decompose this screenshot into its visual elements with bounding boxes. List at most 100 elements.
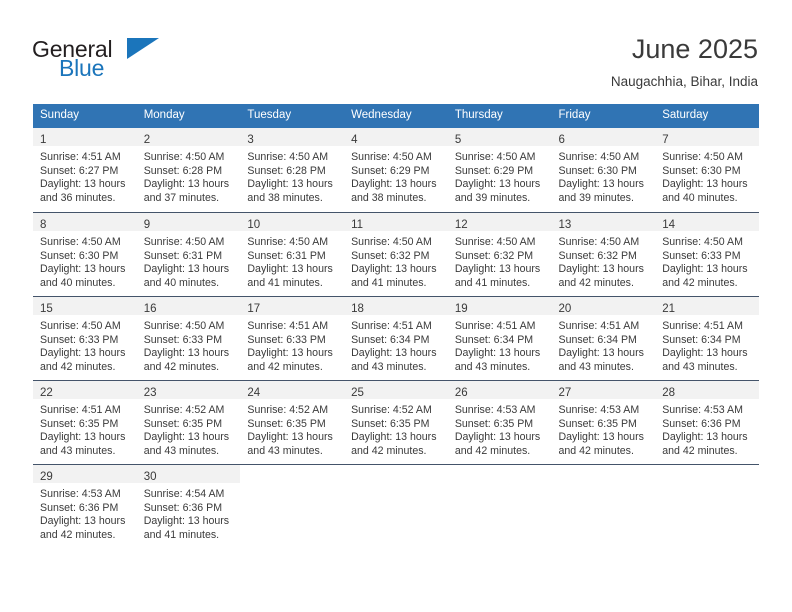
sunset-text: Sunset: 6:36 PM [662, 417, 741, 430]
calendar-day-cell: 30 Sunrise: 4:54 AM Sunset: 6:36 PM Dayligh… [136, 464, 241, 548]
day-cell[interactable]: 8 Sunrise: 4:50 AM Sunset: 6:30 PM Daylight… [33, 212, 137, 296]
sunset-text: Sunset: 6:35 PM [247, 417, 326, 430]
daylight-text-line2: and 42 minutes. [40, 528, 116, 541]
day-number: 2 [143, 134, 151, 146]
calendar-day-cell: 2 Sunrise: 4:50 AM Sunset: 6:28 PM Daylight… [136, 128, 241, 212]
day-details: Sunrise: 4:53 AM Sunset: 6:36 PM Daylight:… [655, 399, 759, 459]
calendar-day-cell: 5 Sunrise: 4:50 AM Sunset: 6:29 PM Daylight… [447, 128, 552, 212]
day-details [655, 483, 759, 488]
day-details: Sunrise: 4:50 AM Sunset: 6:30 PM Daylight:… [33, 231, 137, 291]
day-cell[interactable]: 25 Sunrise: 4:52 AM Sunset: 6:35 PM Dayligh… [344, 380, 448, 464]
sunrise-text: Sunrise: 4:51 AM [40, 404, 121, 416]
day-number-band: 18 [344, 297, 448, 315]
daylight-text-line1: Daylight: 13 hours [143, 431, 230, 444]
calendar-day-cell [655, 464, 759, 548]
day-cell[interactable]: 23 Sunrise: 4:52 AM Sunset: 6:35 PM Dayligh… [136, 380, 241, 464]
day-cell[interactable]: 22 Sunrise: 4:51 AM Sunset: 6:35 PM Dayligh… [33, 380, 137, 464]
day-number-band: 11 [344, 213, 448, 231]
day-cell-empty [655, 464, 759, 548]
day-number: 5 [454, 134, 462, 146]
day-number: 30 [143, 471, 157, 483]
sunrise-text: Sunrise: 4:53 AM [454, 404, 536, 416]
day-cell[interactable]: 13 Sunrise: 4:50 AM Sunset: 6:32 PM Dayligh… [551, 212, 656, 296]
day-cell-empty [447, 464, 552, 548]
day-number-band: 1 [33, 128, 137, 146]
sunset-text: Sunset: 6:32 PM [351, 249, 430, 262]
day-details: Sunrise: 4:51 AM Sunset: 6:34 PM Daylight:… [655, 315, 759, 375]
sunset-text: Sunset: 6:33 PM [662, 249, 741, 262]
day-cell[interactable]: 7 Sunrise: 4:50 AM Sunset: 6:30 PM Daylight… [655, 128, 759, 212]
day-details: Sunrise: 4:52 AM Sunset: 6:35 PM Daylight:… [344, 399, 448, 459]
day-number-band: 13 [551, 213, 656, 231]
day-cell[interactable]: 1 Sunrise: 4:51 AM Sunset: 6:27 PM Daylight… [33, 128, 137, 212]
day-number-band: 7 [655, 128, 759, 146]
day-cell[interactable]: 29 Sunrise: 4:53 AM Sunset: 6:36 PM Dayligh… [33, 464, 137, 548]
day-number-band: 30 [136, 465, 241, 483]
day-cell[interactable]: 26 Sunrise: 4:53 AM Sunset: 6:35 PM Dayligh… [447, 380, 552, 464]
day-number-band: 28 [655, 381, 759, 399]
day-cell[interactable]: 2 Sunrise: 4:50 AM Sunset: 6:28 PM Daylight… [136, 128, 241, 212]
daylight-text-line1: Daylight: 13 hours [351, 347, 437, 360]
calendar-day-cell [447, 464, 552, 548]
day-cell[interactable]: 24 Sunrise: 4:52 AM Sunset: 6:35 PM Dayligh… [240, 380, 345, 464]
day-cell[interactable]: 6 Sunrise: 4:50 AM Sunset: 6:30 PM Daylight… [551, 128, 656, 212]
sunset-text: Sunset: 6:35 PM [454, 417, 534, 430]
day-cell[interactable]: 19 Sunrise: 4:51 AM Sunset: 6:34 PM Dayligh… [447, 296, 552, 380]
sunset-text: Sunset: 6:34 PM [558, 333, 637, 346]
day-cell[interactable]: 5 Sunrise: 4:50 AM Sunset: 6:29 PM Daylight… [447, 128, 552, 212]
day-cell[interactable]: 15 Sunrise: 4:50 AM Sunset: 6:33 PM Dayligh… [33, 296, 137, 380]
day-cell[interactable]: 4 Sunrise: 4:50 AM Sunset: 6:29 PM Daylight… [344, 128, 448, 212]
daylight-text-line2: and 37 minutes. [143, 191, 220, 204]
daylight-text-line1: Daylight: 13 hours [247, 263, 333, 276]
day-cell-empty [344, 464, 448, 548]
daylight-text-line1: Daylight: 13 hours [143, 178, 230, 191]
day-cell[interactable]: 11 Sunrise: 4:50 AM Sunset: 6:32 PM Dayligh… [344, 212, 448, 296]
calendar-day-cell [344, 464, 448, 548]
day-cell[interactable]: 20 Sunrise: 4:51 AM Sunset: 6:34 PM Dayligh… [551, 296, 656, 380]
sunset-text: Sunset: 6:35 PM [351, 417, 430, 430]
day-cell[interactable]: 17 Sunrise: 4:51 AM Sunset: 6:33 PM Dayligh… [240, 296, 345, 380]
general-blue-logo[interactable]: General Blue [32, 36, 232, 82]
sunrise-text: Sunrise: 4:50 AM [247, 236, 329, 248]
calendar-day-cell: 14 Sunrise: 4:50 AM Sunset: 6:33 PM Dayligh… [655, 212, 759, 296]
day-cell[interactable]: 3 Sunrise: 4:50 AM Sunset: 6:28 PM Daylight… [240, 128, 345, 212]
day-cell[interactable]: 12 Sunrise: 4:50 AM Sunset: 6:32 PM Dayligh… [447, 212, 552, 296]
sunrise-text: Sunrise: 4:50 AM [351, 236, 432, 248]
day-details: Sunrise: 4:50 AM Sunset: 6:29 PM Daylight:… [447, 146, 552, 206]
sunset-text: Sunset: 6:35 PM [143, 417, 223, 430]
day-cell[interactable]: 27 Sunrise: 4:53 AM Sunset: 6:35 PM Dayligh… [551, 380, 656, 464]
day-number-band: 25 [344, 381, 448, 399]
sunset-text: Sunset: 6:30 PM [40, 249, 119, 262]
sunset-text: Sunset: 6:33 PM [143, 333, 223, 346]
day-details: Sunrise: 4:51 AM Sunset: 6:34 PM Daylight:… [551, 315, 656, 375]
day-details: Sunrise: 4:50 AM Sunset: 6:32 PM Daylight:… [344, 231, 448, 291]
sunset-text: Sunset: 6:36 PM [143, 501, 223, 514]
calendar-body: 1 Sunrise: 4:51 AM Sunset: 6:27 PM Daylight… [33, 128, 759, 548]
day-details [551, 483, 656, 488]
day-details: Sunrise: 4:51 AM Sunset: 6:27 PM Daylight:… [33, 146, 137, 206]
day-cell[interactable]: 18 Sunrise: 4:51 AM Sunset: 6:34 PM Dayligh… [344, 296, 448, 380]
day-number: 11 [351, 219, 364, 231]
day-cell[interactable]: 30 Sunrise: 4:54 AM Sunset: 6:36 PM Dayligh… [136, 464, 241, 548]
day-cell[interactable]: 21 Sunrise: 4:51 AM Sunset: 6:34 PM Dayligh… [655, 296, 759, 380]
day-details: Sunrise: 4:53 AM Sunset: 6:35 PM Daylight:… [551, 399, 656, 459]
day-details [240, 483, 345, 488]
daylight-text-line2: and 42 minutes. [662, 276, 738, 289]
day-details: Sunrise: 4:50 AM Sunset: 6:33 PM Daylight:… [136, 315, 241, 375]
day-number: 29 [40, 471, 53, 483]
day-details: Sunrise: 4:50 AM Sunset: 6:30 PM Daylight:… [655, 146, 759, 206]
daylight-text-line2: and 42 minutes. [662, 444, 738, 457]
logo-text-blue: Blue [59, 55, 105, 81]
day-cell[interactable]: 14 Sunrise: 4:50 AM Sunset: 6:33 PM Dayligh… [655, 212, 759, 296]
day-cell[interactable]: 16 Sunrise: 4:50 AM Sunset: 6:33 PM Dayligh… [136, 296, 241, 380]
sunrise-text: Sunrise: 4:50 AM [40, 320, 121, 332]
day-cell[interactable]: 10 Sunrise: 4:50 AM Sunset: 6:31 PM Dayligh… [240, 212, 345, 296]
day-number-band: 15 [33, 297, 137, 315]
daylight-text-line2: and 39 minutes. [558, 191, 634, 204]
day-cell[interactable]: 9 Sunrise: 4:50 AM Sunset: 6:31 PM Daylight… [136, 212, 241, 296]
day-details: Sunrise: 4:52 AM Sunset: 6:35 PM Daylight:… [240, 399, 345, 459]
daylight-text-line1: Daylight: 13 hours [454, 347, 541, 360]
day-number: 24 [247, 387, 261, 399]
day-cell[interactable]: 28 Sunrise: 4:53 AM Sunset: 6:36 PM Dayligh… [655, 380, 759, 464]
calendar-day-cell: 7 Sunrise: 4:50 AM Sunset: 6:30 PM Daylight… [655, 128, 759, 212]
